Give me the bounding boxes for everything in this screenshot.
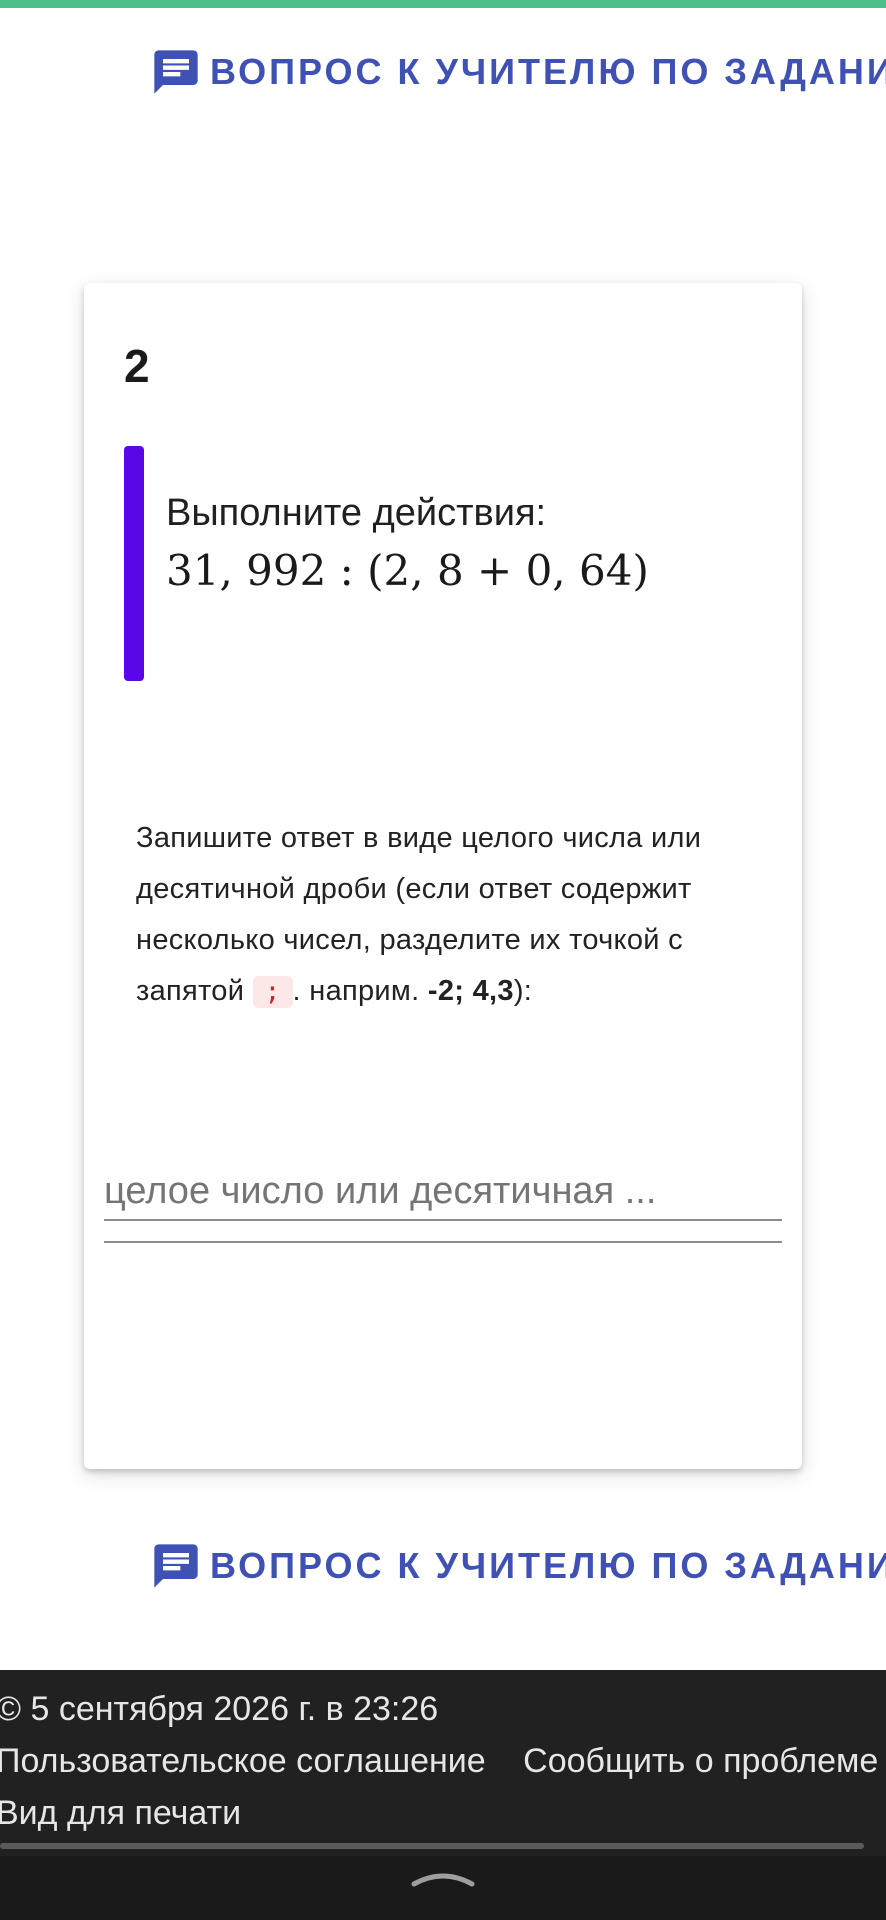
task-statement: Выполните действия: 31, 992 : (2, 8 + 0,… — [124, 446, 744, 681]
ask-teacher-link-bottom[interactable]: ВОПРОС К УЧИТЕЛЮ ПО ЗАДАНИЮ — [150, 1540, 886, 1592]
instructions-end: ): — [513, 975, 533, 1007]
task-title: Выполните действия: — [166, 492, 547, 534]
task-number: 2 — [124, 340, 150, 392]
example-value-2: 4,3 — [472, 975, 514, 1007]
task-accent-bar — [124, 446, 144, 681]
print-view-link[interactable]: Вид для печати — [0, 1794, 241, 1833]
ask-teacher-label: ВОПРОС К УЧИТЕЛЮ ПО ЗАДАНИЮ — [210, 51, 886, 92]
top-accent-bar — [0, 0, 886, 8]
instructions-example-label: . наприм. — [292, 975, 420, 1007]
answer-instructions: Запишите ответ в виде целого числа или д… — [136, 813, 736, 1017]
answer-field — [104, 1163, 782, 1243]
task-card: 2 Выполните действия: 31, 992 : (2, 8 + … — [84, 283, 802, 1469]
ask-teacher-link-top[interactable]: ВОПРОС К УЧИТЕЛЮ ПО ЗАДАНИЮ — [150, 46, 886, 98]
user-agreement-link[interactable]: Пользовательское соглашение — [0, 1742, 486, 1780]
ask-teacher-label: ВОПРОС К УЧИТЕЛЮ ПО ЗАДАНИЮ — [210, 1545, 886, 1586]
chat-message-icon — [154, 50, 198, 94]
separator-chip: ; — [252, 976, 293, 1009]
chat-message-icon — [154, 1544, 198, 1588]
chevron-up-icon[interactable] — [410, 1866, 476, 1890]
report-problem-link[interactable]: Сообщить о проблеме — [523, 1742, 878, 1780]
answer-underline — [104, 1241, 782, 1243]
footer-scroll-indicator — [0, 1843, 864, 1849]
footer-links: Пользовательское соглашение Сообщить о п… — [0, 1742, 878, 1781]
footer-copyright: © 5 сентября 2026 г. в 23:26 — [0, 1690, 439, 1728]
answer-input[interactable] — [104, 1163, 782, 1221]
example-value-1: -2; — [427, 975, 465, 1007]
task-formula: 31, 992 : (2, 8 + 0, 64) — [166, 546, 649, 595]
